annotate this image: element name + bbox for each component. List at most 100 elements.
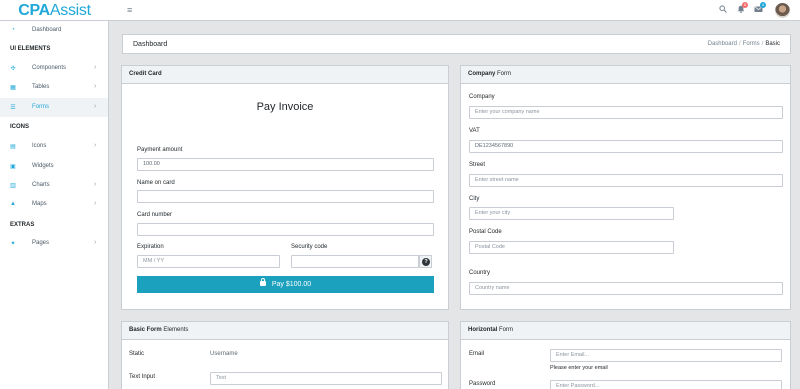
page-title: Dashboard <box>133 41 168 48</box>
city-input[interactable]: Enter your city <box>469 207 674 220</box>
section-title-icons: ICONS <box>10 124 30 130</box>
name-on-card-label: Name on card <box>137 180 175 186</box>
sidebar-item-charts[interactable]: ▥ Charts › <box>0 176 108 195</box>
breadcrumb-item-forms[interactable]: Forms <box>743 41 760 47</box>
brand-logo[interactable]: CPAAssist <box>0 0 109 21</box>
card-header-title: Credit Card <box>129 71 162 77</box>
chevron-right-icon: › <box>94 200 97 207</box>
text-input[interactable]: Text <box>210 372 442 385</box>
company-form-card: Company Form Company Enter your company … <box>460 65 791 310</box>
question-circle-icon: ? <box>422 258 430 266</box>
pay-invoice-title: Pay Invoice <box>256 101 314 113</box>
payment-amount-label: Payment amount <box>137 147 183 153</box>
section-title-extras: EXTRAS <box>10 222 35 228</box>
static-label: Static <box>129 351 145 357</box>
postal-code-label: Postal Code <box>469 229 502 235</box>
card-header: Basic Form Elements <box>122 322 448 340</box>
breadcrumb-separator: / <box>738 41 741 47</box>
sidebar-item-label: Forms <box>32 104 49 110</box>
speedometer-icon: ◔ <box>11 27 15 33</box>
breadcrumb-item-dashboard[interactable]: Dashboard <box>708 41 737 47</box>
section-title-ui-elements: UI ELEMENTS <box>10 46 51 52</box>
sidebar-item-label: Charts <box>32 182 50 188</box>
map-icon: ▲ <box>10 201 16 207</box>
sidebar-item-label: Icons <box>32 143 47 149</box>
street-input[interactable]: Enter street name <box>469 174 783 187</box>
card-header-title-bold: Basic Form <box>129 327 162 333</box>
card-header-title-bold: Horizontal <box>468 327 498 333</box>
expiration-input[interactable]: MM / YY <box>137 255 280 268</box>
list-icon: ☰ <box>10 105 16 111</box>
password-label: Password <box>469 381 496 387</box>
card-header: Company Form <box>461 66 790 84</box>
sidebar-item-tables[interactable]: ▦ Tables › <box>0 78 108 97</box>
security-code-label: Security code <box>291 244 328 250</box>
card-header-title-rest: Form <box>495 71 512 77</box>
email-label: Email <box>469 351 485 357</box>
mail-icon[interactable]: 4 <box>754 2 766 15</box>
chevron-right-icon: › <box>94 64 97 71</box>
country-input[interactable]: Country name <box>469 282 783 295</box>
sidebar-item-dashboard[interactable]: ◔ Dashboard <box>0 21 108 40</box>
star-icon: ✦ <box>10 241 16 247</box>
expiration-label: Expiration <box>137 244 164 250</box>
sidebar-item-icons[interactable]: ▤ Icons › <box>0 137 108 156</box>
sidebar-item-forms[interactable]: ☰ Forms › <box>0 98 108 117</box>
company-label: Company <box>469 94 495 100</box>
security-code-help-button[interactable]: ? <box>419 255 432 268</box>
menu-toggle-icon[interactable]: ≡ <box>127 5 132 15</box>
chevron-right-icon: › <box>94 142 97 149</box>
chevron-right-icon: › <box>94 239 97 246</box>
calculator-icon: ▣ <box>10 164 16 170</box>
card-header-title-rest: Elements <box>161 327 189 333</box>
chevron-right-icon: › <box>94 83 97 90</box>
breadcrumb-separator: / <box>761 41 764 47</box>
street-label: Street <box>469 162 486 168</box>
card-header: Credit Card <box>122 66 448 84</box>
city-label: City <box>469 196 480 202</box>
country-label: Country <box>469 270 491 276</box>
breadcrumb-item-basic: Basic <box>765 41 780 47</box>
chevron-right-icon: › <box>94 181 97 188</box>
card-number-label: Card number <box>137 212 173 218</box>
sidebar-item-maps[interactable]: ▲ Maps › <box>0 195 108 214</box>
card-header: Horizontal Form <box>461 322 790 340</box>
sidebar-item-label: Maps <box>32 201 47 207</box>
chart-icon: ▥ <box>10 183 16 189</box>
name-on-card-input[interactable] <box>137 190 434 203</box>
user-avatar[interactable] <box>775 3 790 18</box>
chevron-right-icon: › <box>94 103 97 110</box>
postal-code-input[interactable]: Postal Code <box>469 241 674 254</box>
sidebar-item-pages[interactable]: ✦ Pages › <box>0 234 108 253</box>
vat-input[interactable]: DE1234567890 <box>469 140 783 153</box>
table-icon: ▦ <box>10 85 16 91</box>
email-help-text: Please enter your email <box>550 365 608 371</box>
sidebar: ◔ Dashboard UI ELEMENTS ✣ Components › ▦… <box>0 21 109 389</box>
horizontal-form-card: Horizontal Form Email Enter Email... Ple… <box>460 321 791 389</box>
sidebar-item-label: Pages <box>32 240 50 246</box>
password-input[interactable]: Enter Password... <box>550 380 782 389</box>
card-number-input[interactable] <box>137 223 434 236</box>
sidebar-item-components[interactable]: ✣ Components › <box>0 59 108 78</box>
grid-icon: ▤ <box>10 144 16 150</box>
search-icon[interactable] <box>719 5 727 15</box>
top-header: CPAAssist ≡ 5 4 <box>0 0 800 21</box>
email-input[interactable]: Enter Email... <box>550 349 782 362</box>
credit-card-card: Credit Card Pay Invoice Payment amount 1… <box>121 65 449 310</box>
payment-amount-input[interactable]: 100.00 <box>137 158 434 171</box>
pay-button-label: Pay $100.00 <box>271 281 312 288</box>
sidebar-item-label: Dashboard <box>32 27 62 33</box>
breadcrumb-bar: Dashboard Dashboard / Forms / Basic <box>122 34 791 54</box>
puzzle-icon: ✣ <box>10 66 16 72</box>
sidebar-item-widgets[interactable]: ▣ Widgets <box>0 157 108 176</box>
sidebar-item-label: Tables <box>32 84 50 90</box>
pay-button[interactable]: Pay $100.00 <box>137 276 434 293</box>
security-code-input[interactable] <box>291 255 419 268</box>
card-header-title-rest: Form <box>497 327 514 333</box>
lock-icon <box>259 277 266 286</box>
notifications-bell-icon[interactable]: 5 <box>737 2 748 15</box>
text-input-label: Text Input <box>129 374 156 380</box>
sidebar-item-label: Widgets <box>32 163 54 169</box>
company-name-input[interactable]: Enter your company name <box>469 106 783 119</box>
notification-count-badge: 5 <box>742 2 748 8</box>
